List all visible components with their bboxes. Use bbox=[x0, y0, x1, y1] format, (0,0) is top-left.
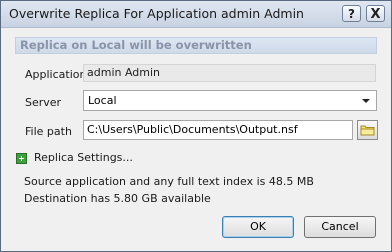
ok-button[interactable]: OK bbox=[222, 216, 294, 238]
help-button[interactable]: ? bbox=[342, 5, 361, 22]
application-field: admin Admin bbox=[83, 64, 376, 82]
window-title: Overwrite Replica For Application admin … bbox=[9, 6, 304, 21]
server-value: Local bbox=[88, 94, 117, 107]
title-bar: Overwrite Replica For Application admin … bbox=[1, 1, 391, 28]
application-label: Application bbox=[25, 68, 87, 81]
chevron-down-icon bbox=[362, 99, 370, 103]
close-button[interactable]: X bbox=[366, 5, 385, 22]
replica-settings-link[interactable]: Replica Settings... bbox=[34, 151, 133, 164]
browse-folder-button[interactable] bbox=[357, 120, 378, 140]
folder-icon bbox=[360, 125, 375, 136]
dialog-window: Overwrite Replica For Application admin … bbox=[0, 0, 392, 252]
plus-icon[interactable] bbox=[16, 153, 27, 164]
source-size-text: Source application and any full text ind… bbox=[24, 175, 314, 188]
destination-text: Destination has 5.80 GB available bbox=[24, 192, 211, 205]
warning-banner: Replica on Local will be overwritten bbox=[15, 37, 377, 54]
dialog-content: Replica on Local will be overwritten App… bbox=[1, 28, 391, 251]
server-select[interactable]: Local bbox=[83, 90, 377, 111]
cancel-button[interactable]: Cancel bbox=[304, 216, 376, 238]
server-label: Server bbox=[25, 96, 62, 109]
filepath-label: File path bbox=[25, 125, 72, 138]
filepath-input[interactable]: C:\Users\Public\Documents\Output.nsf bbox=[83, 120, 353, 140]
